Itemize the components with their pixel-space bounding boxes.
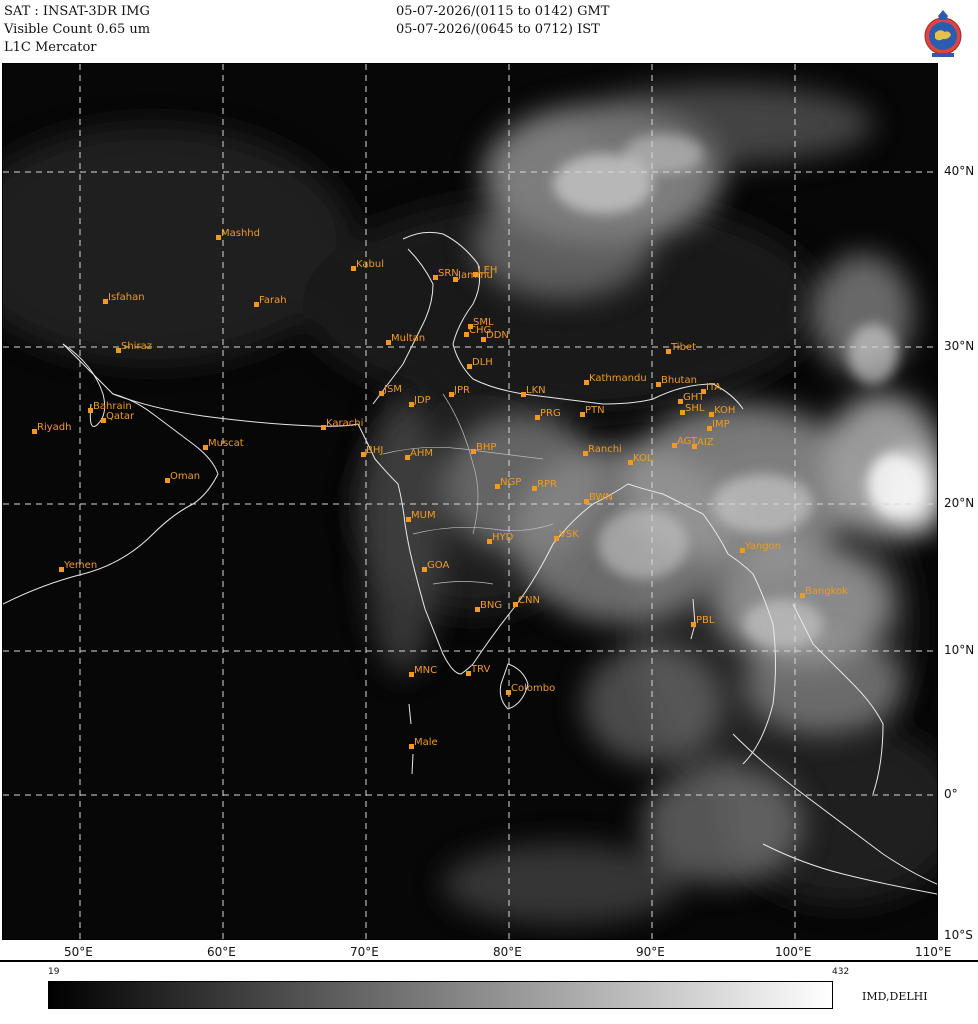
- city-label: KOH: [714, 405, 736, 416]
- city-label: RPR: [537, 479, 557, 490]
- lat-label-10s: 10°S: [944, 928, 973, 942]
- lon-label-80e: 80°E: [493, 945, 522, 959]
- city-label: Karachi: [326, 418, 364, 429]
- city-label: ITA: [706, 382, 722, 393]
- city-label: LEH: [478, 265, 498, 276]
- city-label: HYD: [492, 532, 514, 543]
- city-label: GHT: [683, 392, 705, 403]
- city-label: AIZ: [697, 437, 714, 448]
- city-label: BHJ: [366, 445, 384, 456]
- city-label: Muscat: [208, 438, 244, 449]
- city-label: AHM: [410, 448, 433, 459]
- satellite-name: SAT : INSAT-3DR IMG: [4, 4, 150, 19]
- time-gmt: 05-07-2026/(0115 to 0142) GMT: [396, 4, 610, 19]
- lat-label-20n: 20°N: [944, 496, 975, 510]
- city-label: Bhutan: [661, 375, 697, 386]
- city-label: MUM: [411, 510, 436, 521]
- lon-label-90e: 90°E: [636, 945, 665, 959]
- city-label: Mashhd: [221, 228, 260, 239]
- time-ist: 05-07-2026/(0645 to 0712) IST: [396, 22, 600, 37]
- city-label: Ranchi: [588, 444, 622, 455]
- city-label: IMP: [712, 419, 730, 430]
- city-label: Kathmandu: [589, 373, 647, 384]
- city-label: Colombo: [511, 683, 556, 694]
- city-label: JSM: [384, 384, 402, 395]
- colorbar: [48, 981, 833, 1009]
- colorbar-min-value: 19: [48, 967, 60, 977]
- city-label: Yangon: [745, 541, 782, 552]
- city-label: Male: [414, 737, 438, 748]
- city-label: Farah: [259, 295, 287, 306]
- city-label: TRV: [471, 664, 491, 675]
- lat-label-30n: 30°N: [944, 339, 975, 353]
- city-label: Qatar: [106, 411, 135, 422]
- city-label: JPR: [454, 385, 470, 396]
- city-label: PTN: [585, 405, 605, 416]
- city-label: SHL: [685, 403, 705, 414]
- map-canvas: [3, 64, 937, 939]
- imd-emblem-icon: [924, 10, 962, 57]
- city-label: PBL: [696, 615, 715, 626]
- colorbar-max-value: 432: [832, 967, 850, 977]
- city-label: Multan: [391, 333, 426, 344]
- city-label: Shiraz: [121, 341, 152, 352]
- lat-label-10n: 10°N: [944, 643, 975, 657]
- lon-label-70e: 70°E: [350, 945, 379, 959]
- city-label: Yemen: [64, 560, 98, 571]
- city-label: Riyadh: [37, 422, 72, 433]
- lon-label-60e: 60°E: [207, 945, 236, 959]
- city-label: Tibet: [671, 342, 696, 353]
- lon-label-110e: 110°E: [915, 945, 952, 959]
- city-label: BHP: [476, 442, 497, 453]
- lat-label-40n: 40°N: [944, 164, 975, 178]
- city-label: DDN: [486, 330, 509, 341]
- credit-label: IMD,DELHI: [862, 990, 928, 1003]
- channel-name: Visible Count 0.65 um: [4, 22, 151, 37]
- lon-label-50e: 50°E: [64, 945, 93, 959]
- city-label: CNN: [518, 595, 540, 606]
- city-label: VSK: [559, 529, 579, 540]
- satellite-map[interactable]: MashhdKabulSRNJammuLEHIsfahanFarahSMLCHG…: [2, 63, 938, 940]
- city-label: MNC: [414, 665, 438, 676]
- city-label: BWN: [589, 492, 613, 503]
- city-label: Isfahan: [108, 292, 145, 303]
- city-label: GOA: [427, 560, 450, 571]
- city-label: KOL: [633, 453, 653, 464]
- city-label: NGP: [500, 477, 522, 488]
- city-label: BNG: [480, 600, 503, 611]
- city-label: Oman: [170, 471, 201, 482]
- city-label: PRG: [540, 408, 561, 419]
- city-label: Bangkok: [805, 586, 849, 597]
- city-label: JDP: [414, 395, 431, 406]
- projection-name: L1C Mercator: [4, 40, 97, 55]
- lat-label-equator: 0°: [944, 787, 958, 801]
- lon-label-100e: 100°E: [775, 945, 812, 959]
- city-label: LKN: [526, 385, 546, 396]
- city-label: DLH: [472, 357, 493, 368]
- city-label: Kabul: [356, 259, 384, 270]
- divider: [0, 960, 978, 962]
